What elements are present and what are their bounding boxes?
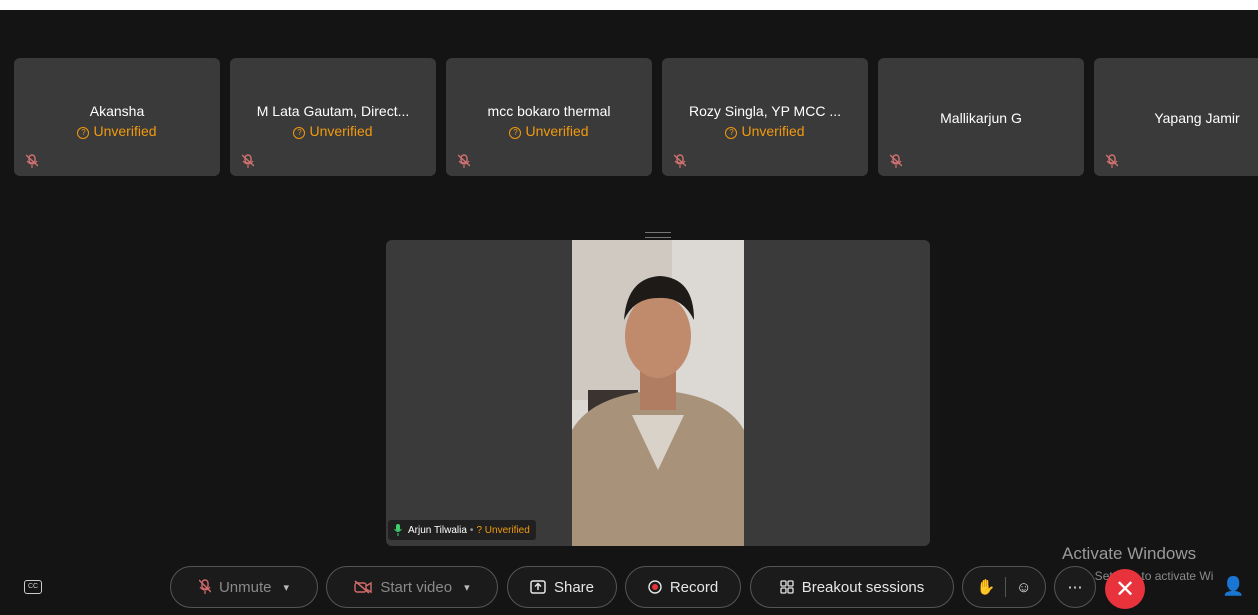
muted-mic-icon — [198, 579, 211, 594]
speaker-video-feed — [572, 240, 744, 546]
breakout-sessions-button[interactable]: Breakout sessions — [750, 566, 954, 608]
mic-on-icon — [394, 524, 402, 536]
muted-mic-icon — [674, 154, 686, 168]
unmute-label: Unmute — [218, 578, 272, 596]
separator-dot: • — [469, 524, 474, 536]
question-icon: ? — [725, 127, 738, 139]
speaker-name: Arjun Tilwalia — [408, 524, 467, 536]
reactions-group: ✋ ☺ — [962, 566, 1046, 608]
top-band — [0, 0, 1258, 10]
share-icon — [530, 580, 546, 594]
video-off-icon — [354, 580, 373, 594]
participant-name: mcc bokaro thermal — [487, 103, 611, 119]
emoji-reaction-icon[interactable]: ☺ — [1006, 579, 1041, 596]
muted-mic-icon — [26, 154, 38, 168]
unmute-button[interactable]: Unmute ▾ — [170, 566, 318, 608]
participant-tile[interactable]: Mallikarjun G — [878, 58, 1084, 176]
unverified-badge: ? Unverified — [14, 123, 220, 139]
breakout-icon — [780, 580, 794, 594]
question-icon: ? — [293, 127, 306, 139]
unverified-badge: ? Unverified — [230, 123, 436, 139]
activate-windows-title: Activate Windows — [1062, 544, 1197, 563]
muted-mic-icon — [1106, 154, 1118, 168]
raise-hand-icon[interactable]: ✋ — [966, 578, 1005, 596]
question-icon: ? — [509, 127, 522, 139]
participant-strip: Akansha ? Unverified M Lata Gautam, Direc… — [14, 58, 1258, 176]
unverified-badge: ? Unverified — [662, 123, 868, 139]
chevron-down-icon[interactable]: ▾ — [464, 581, 470, 594]
participant-tile[interactable]: Rozy Singla, YP MCC ... ? Unverified — [662, 58, 868, 176]
participant-name: Yapang Jamir — [1154, 110, 1240, 126]
unverified-badge: ? Unverified — [446, 123, 652, 139]
start-video-label: Start video — [380, 578, 453, 596]
record-icon — [648, 580, 662, 594]
closed-captions-icon[interactable]: CC — [24, 580, 42, 594]
muted-mic-icon — [890, 154, 902, 168]
share-label: Share — [553, 578, 595, 596]
participant-tile[interactable]: Yapang Jamir — [1094, 58, 1258, 176]
speaker-name-bar: Arjun Tilwalia • ? Unverified — [388, 520, 536, 540]
participant-tile[interactable]: Akansha ? Unverified — [14, 58, 220, 176]
unverified-badge: ? Unverified — [476, 524, 530, 536]
end-call-button[interactable]: ✕ — [1105, 569, 1145, 609]
meeting-toolbar: CC Unmute ▾ Start video ▾ Share Record B… — [0, 566, 1258, 612]
question-icon: ? — [77, 127, 90, 139]
muted-mic-icon — [458, 154, 470, 168]
participant-tile[interactable]: M Lata Gautam, Direct... ? Unverified — [230, 58, 436, 176]
participant-name: Akansha — [89, 103, 145, 119]
muted-mic-icon — [242, 154, 254, 168]
participant-name: M Lata Gautam, Direct... — [256, 103, 410, 119]
close-icon: ✕ — [1114, 575, 1136, 603]
participant-name: Rozy Singla, YP MCC ... — [689, 103, 841, 119]
chevron-down-icon[interactable]: ▾ — [284, 581, 290, 594]
resize-handle[interactable] — [645, 232, 671, 238]
record-label: Record — [669, 578, 719, 596]
record-button[interactable]: Record — [625, 566, 741, 608]
participant-name: Mallikarjun G — [940, 110, 1022, 126]
share-button[interactable]: Share — [507, 566, 617, 608]
breakout-label: Breakout sessions — [801, 578, 925, 596]
participants-panel-icon[interactable]: 👤 — [1222, 576, 1244, 597]
start-video-button[interactable]: Start video ▾ — [326, 566, 498, 608]
main-video-stage: Arjun Tilwalia • ? Unverified — [386, 240, 930, 546]
more-icon: ⋯ — [1067, 579, 1083, 596]
participant-tile[interactable]: mcc bokaro thermal ? Unverified — [446, 58, 652, 176]
more-options-button[interactable]: ⋯ — [1054, 566, 1096, 608]
speaker-video — [572, 240, 744, 546]
